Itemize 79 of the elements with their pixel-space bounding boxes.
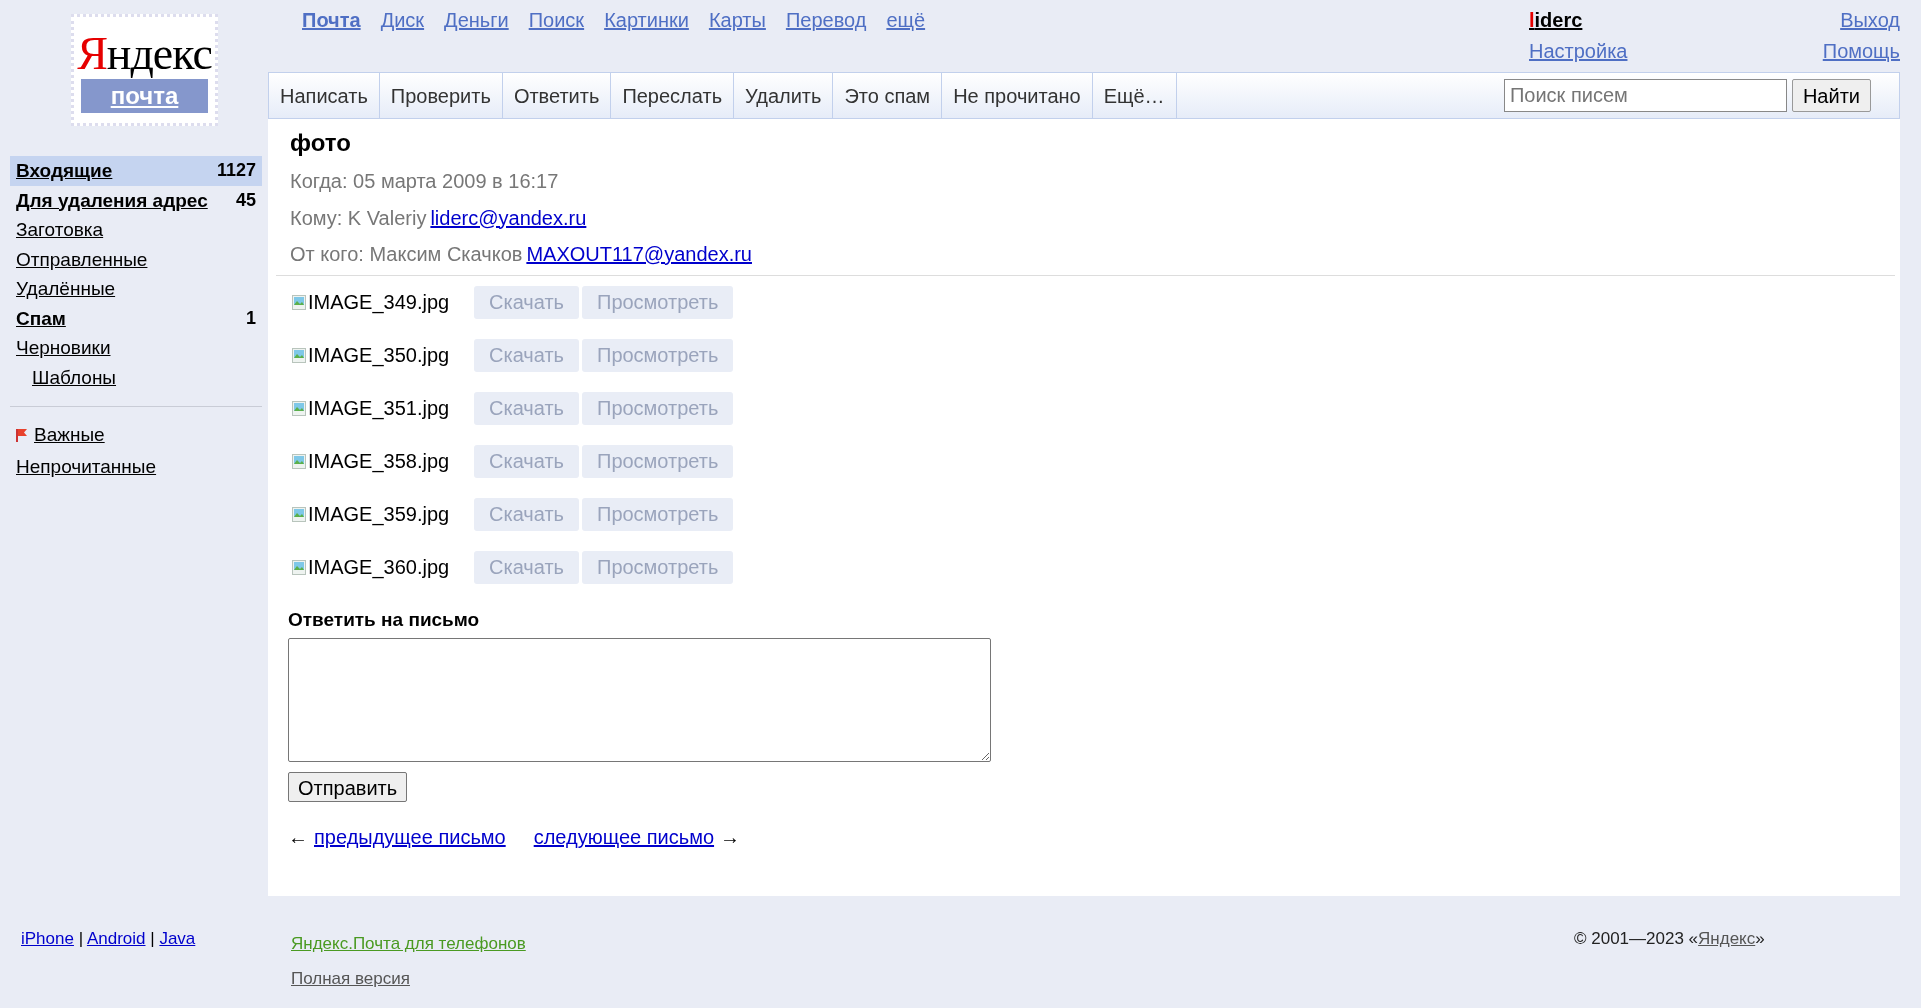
previous-message-link[interactable]: предыдущее письмо	[314, 821, 506, 852]
image-file-icon	[292, 453, 306, 469]
folder-link[interactable]: Входящие	[16, 157, 113, 185]
unread-count: 45	[235, 188, 256, 212]
attachment-filename: IMAGE_349.jpg	[308, 290, 450, 316]
filter-link[interactable]: Важные	[34, 420, 105, 450]
image-file-icon	[292, 400, 306, 416]
separator-text: |	[150, 929, 155, 948]
send-button[interactable]: Отправить	[288, 772, 408, 802]
unread-count: 1127	[216, 159, 256, 182]
message-subject: фото	[290, 128, 352, 158]
folder-row[interactable]: Заготовка	[10, 215, 262, 245]
next-message-link[interactable]: следующее письмо	[533, 821, 715, 852]
image-file-icon	[292, 506, 306, 522]
folder-row[interactable]: Спам 1	[10, 303, 262, 333]
message-date: Когда: 05 марта 2009 в 16:17	[290, 169, 560, 194]
search-field[interactable]: Поиск писем	[1503, 79, 1787, 112]
settings-link[interactable]: Настройка	[1529, 40, 1628, 62]
attachment-filename: IMAGE_351.jpg	[308, 396, 450, 422]
nav-link[interactable]: Почта	[302, 5, 361, 72]
nav-link[interactable]: Диск	[380, 5, 425, 72]
folder-link[interactable]: Удалённые	[16, 275, 116, 303]
toolbar-button[interactable]: Ещё…	[1092, 73, 1177, 118]
filter-link[interactable]: Непрочитанные	[16, 452, 157, 482]
copyright-link[interactable]: Яндекс	[1698, 929, 1756, 948]
app-link[interactable]: iPhone	[21, 929, 74, 948]
flag-icon	[16, 428, 28, 442]
attachment-filename: IMAGE_350.jpg	[308, 343, 450, 369]
folder-row[interactable]: Для удаления адрес 45	[10, 185, 262, 215]
copyright-text: © 2001—2023 «Яндекс»	[1574, 929, 1765, 948]
reply-text-field[interactable]	[288, 638, 991, 762]
unread-count: 1	[246, 306, 256, 330]
toolbar-button[interactable]: Ответить	[502, 73, 612, 118]
folder-row[interactable]: Отправленные	[10, 244, 262, 274]
separator-text: |	[78, 929, 84, 948]
full-version-link[interactable]: Полная версия	[291, 969, 410, 988]
user-login-link[interactable]: liderc	[1529, 9, 1583, 31]
left-arrow: ←	[288, 824, 308, 850]
folder-row[interactable]: Удалённые	[10, 274, 262, 304]
folder-row[interactable]: Входящие 1127	[10, 156, 262, 186]
nav-link[interactable]: Картинки	[604, 5, 689, 72]
folder-link[interactable]: Заготовка	[16, 216, 104, 244]
nav-link[interactable]: Поиск	[528, 5, 585, 72]
nav-link[interactable]: Карты	[708, 5, 766, 72]
folder-row[interactable]: Шаблоны	[10, 362, 262, 392]
app-link[interactable]: Java	[159, 929, 196, 948]
nav-link[interactable]: Перевод	[785, 5, 867, 72]
app-link[interactable]: Android	[86, 929, 146, 948]
right-arrow: →	[720, 824, 741, 850]
image-file-icon	[292, 294, 306, 310]
nav-link[interactable]: ещё	[886, 5, 926, 72]
folder-link[interactable]: Отправленные	[16, 245, 148, 273]
attachment-filename: IMAGE_359.jpg	[308, 502, 450, 528]
toolbar-button[interactable]: Не прочитано	[942, 73, 1093, 118]
logo-stamp[interactable]: Яндекс почта	[71, 14, 218, 126]
nav-link[interactable]: Деньги	[444, 5, 509, 72]
header-link[interactable]: Помощь	[1822, 40, 1900, 62]
email-link[interactable]: MAXOUT117@yandex.ru	[526, 236, 752, 273]
logo-wordmark: Яндекс	[77, 31, 212, 77]
toolbar-button[interactable]: Проверить	[379, 73, 503, 118]
toolbar-button[interactable]: Переслать	[611, 73, 735, 118]
header-link[interactable]: Выход	[1840, 9, 1900, 31]
toolbar-button[interactable]: Написать	[269, 73, 380, 118]
toolbar-button[interactable]: Это спам	[833, 73, 943, 118]
image-file-icon	[292, 347, 306, 363]
email-link[interactable]: liderc@yandex.ru	[430, 199, 587, 236]
folder-row[interactable]: Черновики	[10, 333, 262, 363]
folder-link[interactable]: Для удаления адрес	[16, 186, 208, 214]
folder-link[interactable]: Черновики	[16, 334, 111, 362]
search-button[interactable]: Найти	[1791, 79, 1871, 112]
recipient-name: Кому: K Valeriy	[290, 205, 427, 231]
folder-link[interactable]: Спам	[16, 304, 66, 332]
attachment-filename: IMAGE_360.jpg	[308, 555, 450, 581]
attachment-filename: IMAGE_358.jpg	[308, 449, 450, 475]
image-file-icon	[292, 559, 306, 575]
reply-heading: Ответить на письмо	[288, 607, 481, 632]
sender-name: От кого: Максим Скачков	[290, 242, 523, 267]
folder-link[interactable]: Шаблоны	[32, 363, 117, 391]
toolbar-button[interactable]: Удалить	[734, 73, 834, 118]
